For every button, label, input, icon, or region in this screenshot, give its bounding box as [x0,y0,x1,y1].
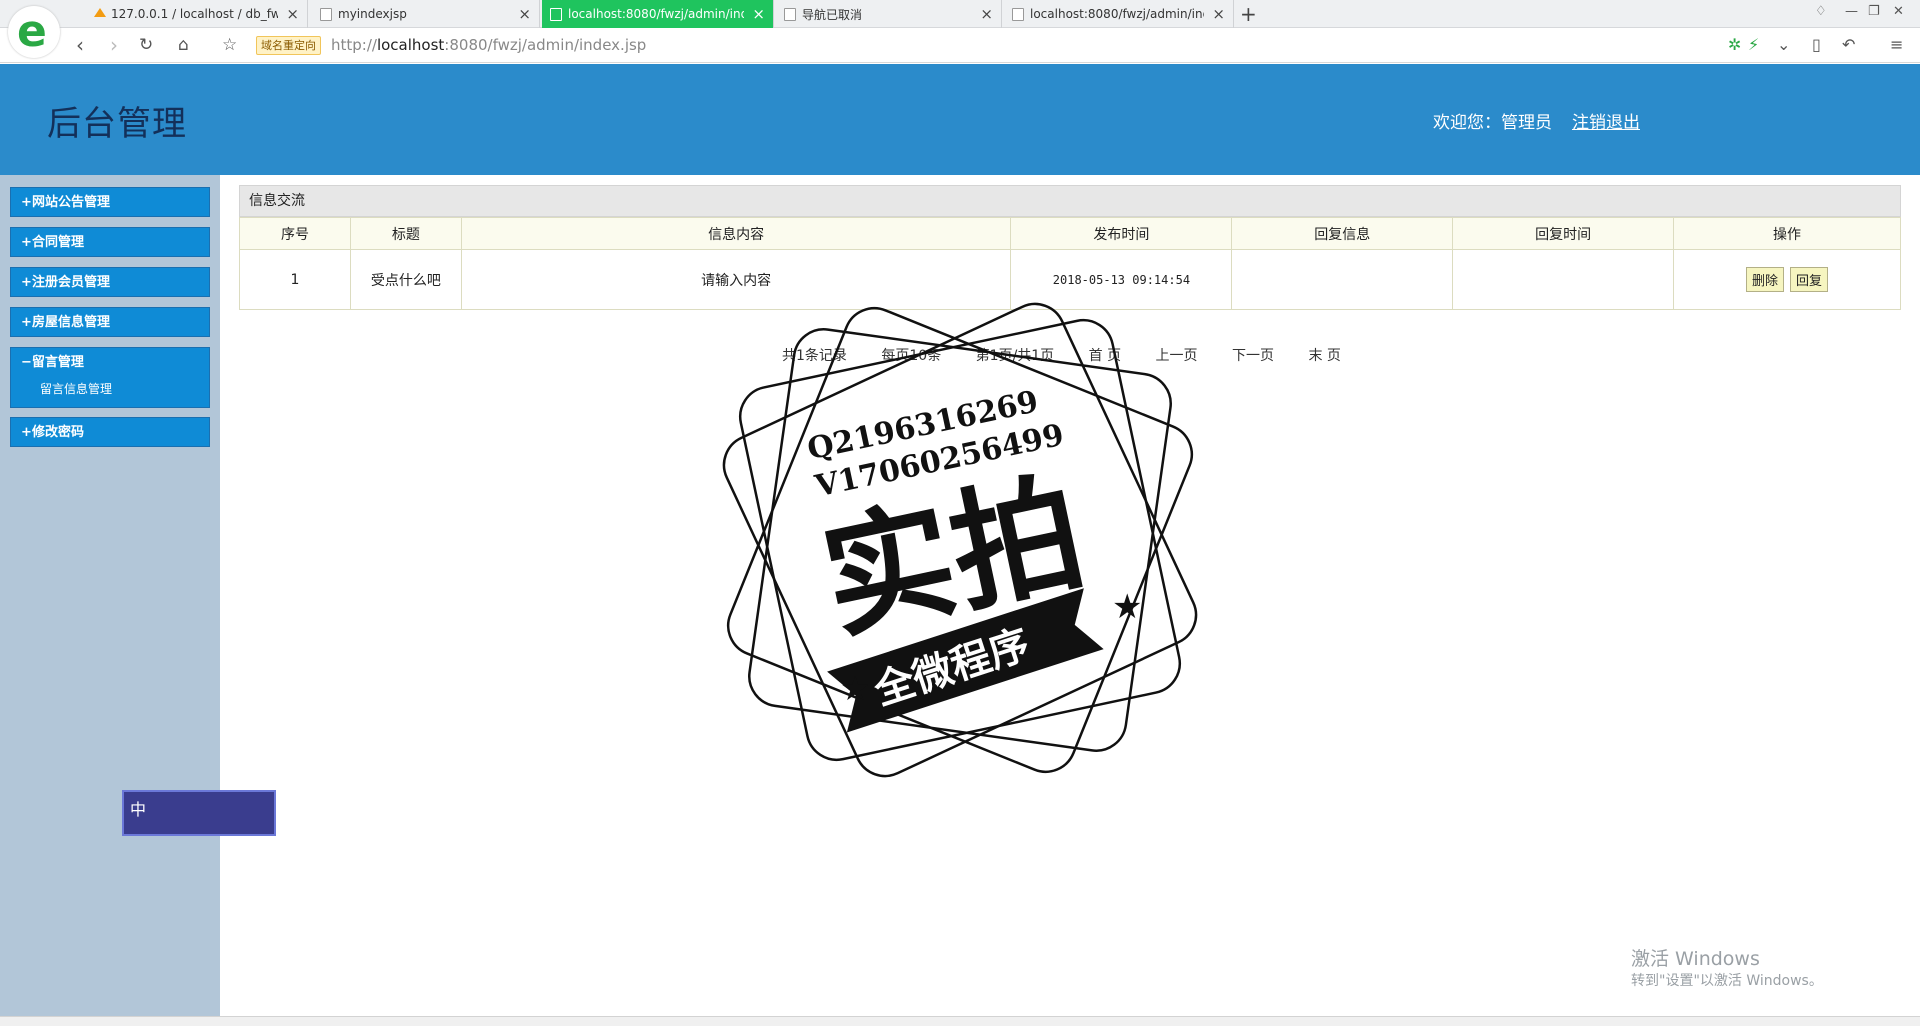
close-icon[interactable]: × [1212,5,1225,23]
sidebar-item-password[interactable]: +修改密码 [10,417,210,447]
sidebar-item-label: 房屋信息管理 [32,315,111,330]
sidebar-item-label: 留言管理 [31,355,84,370]
plus-icon: + [21,235,32,250]
ime-mode-label: 中 [130,800,147,819]
shirt-icon[interactable]: ♢ [1815,4,1827,19]
plus-icon: + [21,425,32,440]
pager-next[interactable]: 下一页 [1232,348,1274,364]
page-title: 后台管理 [47,104,187,144]
status-bar [0,1016,1920,1026]
restore-icon[interactable]: ❐ [1868,4,1880,19]
sidebar-group-messages: −留言管理 留言信息管理 [10,347,210,408]
tab-label: localhost:8080/fwzj/admin/index.jsp [568,7,744,21]
cell-reply [1231,249,1454,310]
minus-icon: − [21,355,32,370]
sidebar-item-label: 修改密码 [32,425,85,440]
message-table: 序号 标题 信息内容 发布时间 回复信息 回复时间 操作 1 受点什么吧 请输入… [239,217,1901,310]
column-header: 信息内容 [460,217,1012,250]
sidebar-item-members[interactable]: +注册会员管理 [10,267,210,297]
phpmyadmin-icon [93,8,107,20]
browser-tab-admin-index[interactable]: localhost:8080/fwzj/admin/index.jsp × [1004,0,1234,28]
star-icon: ★ [840,669,870,709]
app-header: 后台管理 欢迎您：管理员 注销退出 [0,64,1920,175]
sidebar-item-houses[interactable]: +房屋信息管理 [10,307,210,337]
browser-tab-bar: 127.0.0.1 / localhost / db_fwzj × myinde… [0,0,1920,28]
chevron-down-icon[interactable]: ⌄ [1777,35,1790,54]
page-icon [550,7,562,21]
cell-no: 1 [239,249,351,310]
page-icon [320,7,332,21]
undo-icon[interactable]: ↶ [1842,35,1855,54]
address-bar: ‹ › ↻ ⌂ ☆ 域名重定向 http://localhost:8080/fw… [0,29,1920,63]
column-header: 标题 [349,217,462,250]
reply-button[interactable]: 回复 [1790,267,1829,292]
tab-label: localhost:8080/fwzj/admin/index.jsp [1030,7,1204,21]
table-header-row: 序号 标题 信息内容 发布时间 回复信息 回复时间 操作 [239,217,1901,250]
lightning-icon[interactable]: ⚡ [1748,35,1759,54]
browser-tab-phpmyadmin[interactable]: 127.0.0.1 / localhost / db_fwzj × [85,0,308,28]
redirect-badge: 域名重定向 [256,36,321,55]
forward-icon[interactable]: › [110,33,118,57]
mouse-cursor-icon [1891,273,1898,287]
sidebar-item-label: 合同管理 [32,235,85,250]
security-icon[interactable]: ✲ [1728,35,1741,54]
logout-link[interactable]: 注销退出 [1572,108,1640,133]
tab-label: 导航已取消 [802,7,863,22]
pager-last[interactable]: 末 页 [1308,348,1340,364]
column-header: 回复时间 [1452,217,1675,250]
sidebar-item-messages[interactable]: −留言管理 [11,348,209,378]
panel-title: 信息交流 [239,185,1901,217]
delete-button[interactable]: 删除 [1746,267,1785,292]
plus-icon: + [21,275,32,290]
star-icon: ★ [1112,587,1142,627]
sidebar: +网站公告管理 +合同管理 +注册会员管理 +房屋信息管理 −留言管理 留言信息… [0,175,220,1016]
close-icon[interactable]: × [980,5,993,23]
page-icon [1012,7,1024,21]
column-header: 操作 [1673,217,1901,250]
plus-icon: + [21,195,32,210]
bookmark-star-icon[interactable]: ☆ [222,35,237,55]
plus-icon: + [21,315,32,330]
column-header: 发布时间 [1010,217,1233,250]
ime-toolbar[interactable]: 中 [122,790,276,836]
sidebar-item-contract[interactable]: +合同管理 [10,227,210,257]
page-icon [784,7,796,21]
menu-icon[interactable]: ≡ [1890,35,1903,54]
tab-label: myindexjsp [338,7,407,21]
minimize-icon[interactable]: — [1845,4,1858,19]
url-prefix: http:// [331,36,377,54]
url-suffix: :8080/fwzj/admin/index.jsp [444,36,647,54]
close-icon[interactable]: × [286,5,299,23]
cell-title: 受点什么吧 [349,249,462,310]
browser-tab-nav-cancelled[interactable]: 导航已取消 × [776,0,1002,28]
sidebar-item-label: 注册会员管理 [32,275,111,290]
back-icon[interactable]: ‹ [76,33,84,57]
sidebar-item-notice[interactable]: +网站公告管理 [10,187,210,217]
windows-activation-subtitle: 转到"设置"以激活 Windows。 [1631,973,1823,989]
cell-reply-time [1452,249,1675,310]
home-icon[interactable]: ⌂ [178,35,189,55]
browser-tab-admin-index-active[interactable]: localhost:8080/fwzj/admin/index.jsp × [542,0,774,28]
column-header: 序号 [239,217,351,250]
browser-tab-myindexjsp[interactable]: myindexjsp × [312,0,540,28]
url-host: localhost [376,36,445,54]
close-icon[interactable]: × [518,5,531,23]
browser-logo-icon[interactable]: e [8,6,60,58]
cell-actions: 删除 回复 [1673,249,1901,310]
close-icon[interactable]: × [752,5,765,23]
column-header: 回复信息 [1231,217,1454,250]
windows-activation-title: 激活 Windows [1631,948,1760,970]
new-tab-button[interactable]: + [1240,2,1257,26]
stamp-watermark: Q2196316269 V17060256499 实拍 全微程序 ★ ★ [722,302,1198,778]
sidebar-subitem-message-info[interactable]: 留言信息管理 [11,378,209,400]
reload-icon[interactable]: ↻ [139,35,153,55]
tab-label: 127.0.0.1 / localhost / db_fwzj [111,7,279,21]
reader-icon[interactable]: ▯ [1812,35,1821,54]
window-close-icon[interactable]: ✕ [1893,4,1904,19]
welcome-text: 欢迎您：管理员 [1433,113,1552,133]
url-field[interactable]: http://localhost:8080/fwzj/admin/index.j… [331,36,646,54]
sidebar-item-label: 网站公告管理 [32,195,111,210]
